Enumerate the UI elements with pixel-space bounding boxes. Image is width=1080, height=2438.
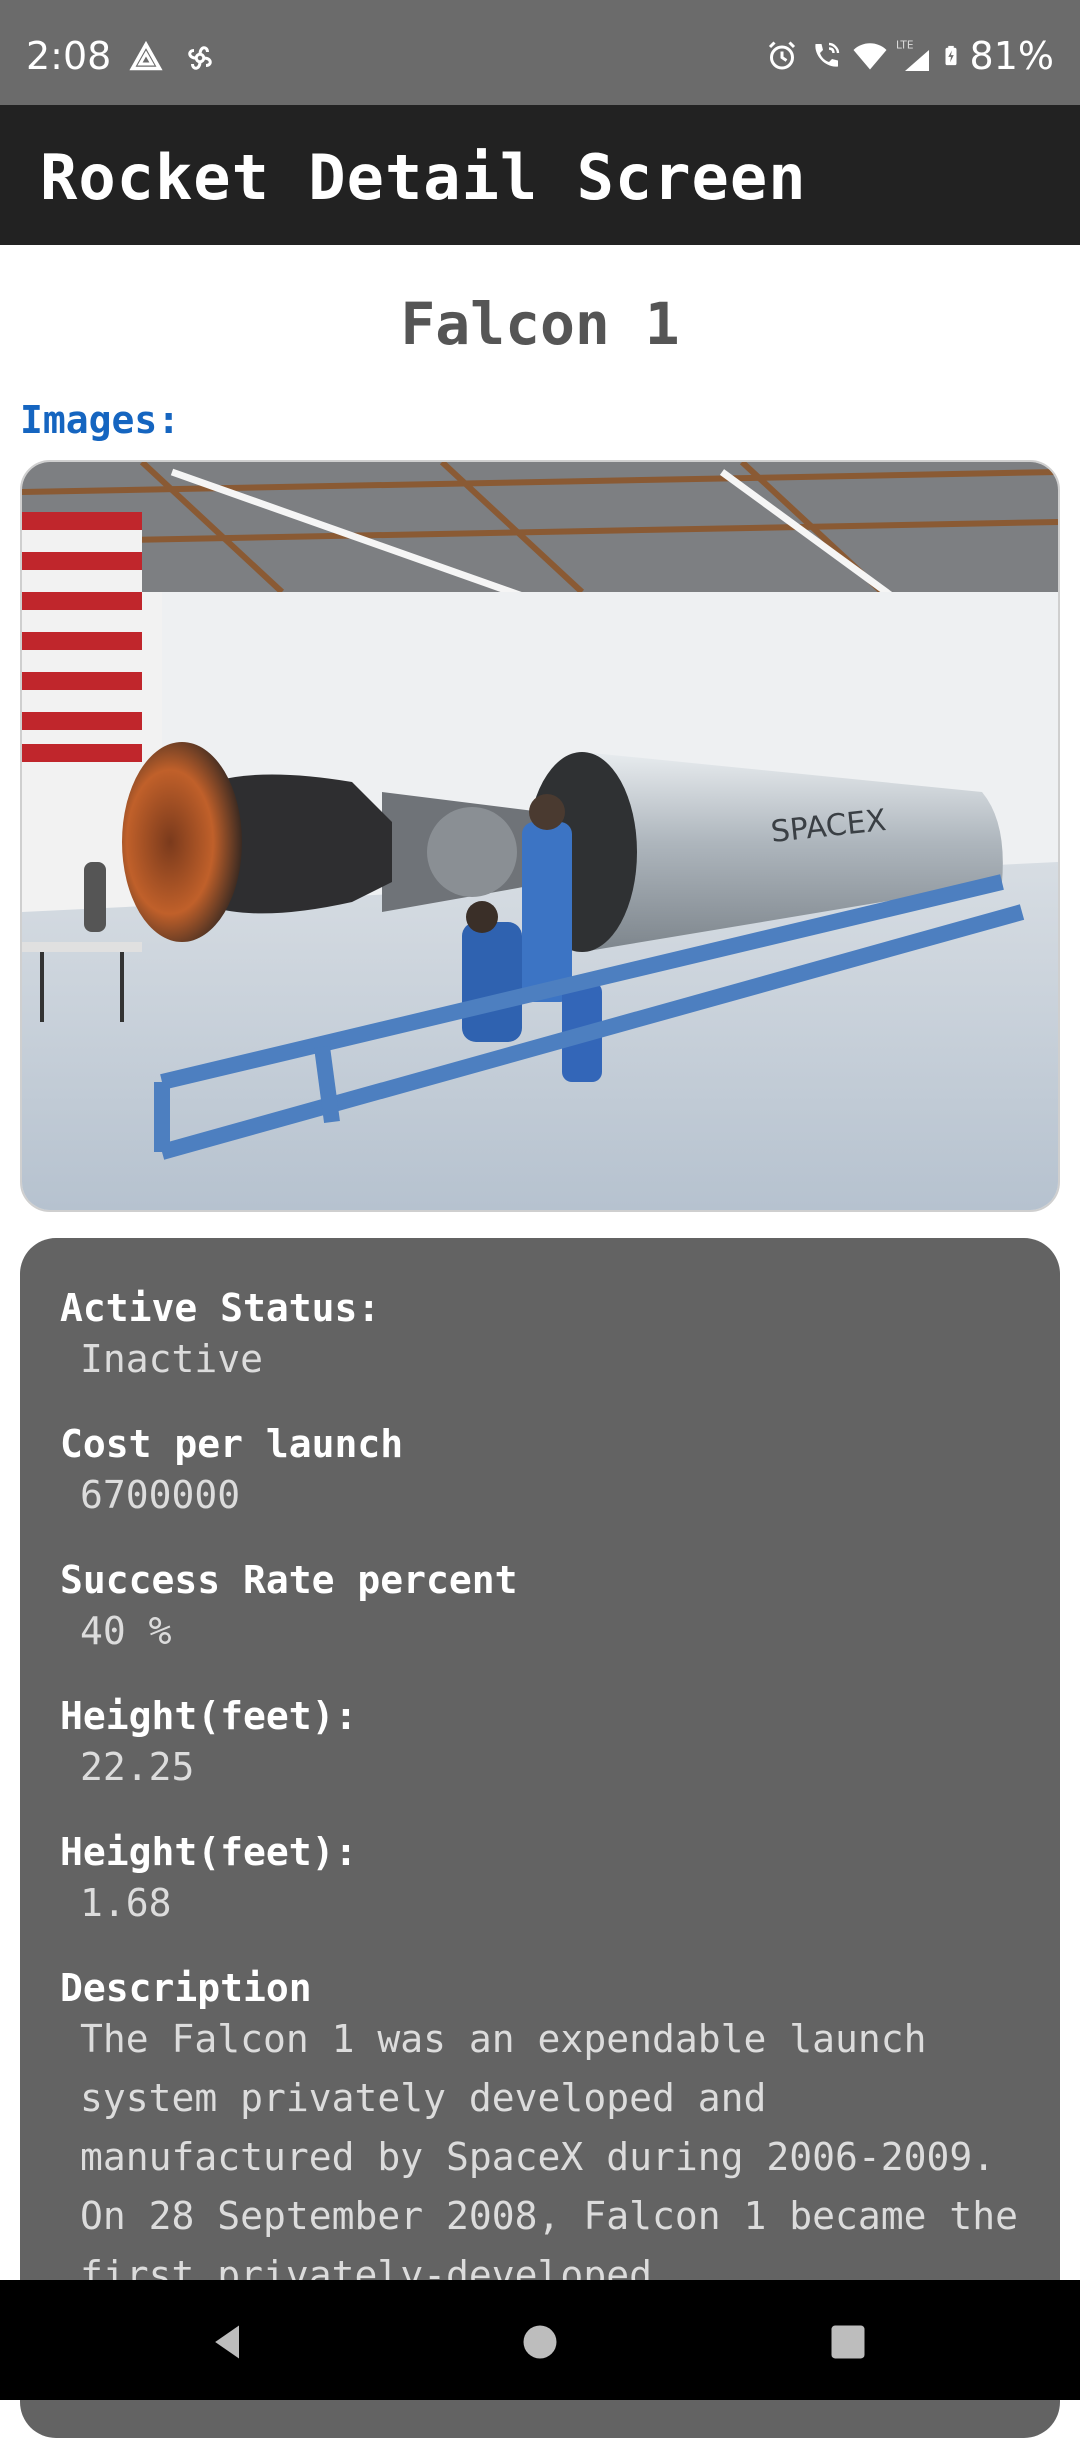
active-status-field: Active Status: Inactive — [60, 1286, 380, 1389]
success-rate-value: 40 % — [80, 1609, 172, 1653]
status-bar: 2:08 LTE 81% — [0, 0, 1080, 105]
diameter-value: 1.68 — [80, 1881, 172, 1925]
height-field: Height(feet): 22.25 — [60, 1694, 357, 1797]
success-rate-label: Success Rate percent — [60, 1558, 518, 1602]
app-bar: Rocket Detail Screen — [0, 105, 1080, 245]
battery-icon — [945, 45, 957, 66]
description-value: The Falcon 1 was an expendable launch sy… — [80, 2017, 1018, 2297]
rocket-info-card: Active Status: Inactive Cost per launch … — [20, 1238, 1060, 2438]
cost-per-launch-value: 6700000 — [80, 1473, 241, 1517]
wifi-icon — [853, 43, 887, 70]
height-value: 22.25 — [80, 1745, 195, 1789]
recents-icon[interactable] — [826, 2320, 870, 2364]
drive-icon — [129, 40, 163, 71]
active-status-label: Active Status: — [60, 1286, 381, 1330]
back-icon[interactable] — [206, 2320, 250, 2364]
navigation-bar — [0, 2280, 1080, 2400]
home-icon[interactable] — [518, 2320, 562, 2364]
rocket-name: Falcon 1 — [400, 290, 680, 358]
lte-signal-icon: LTE — [896, 40, 929, 71]
description-label: Description — [60, 1966, 312, 2010]
images-label: Images: — [20, 398, 181, 442]
rocket-photo: SPACEX — [22, 462, 1058, 1210]
status-time: 2:08 — [26, 34, 112, 78]
battery-percent: 81% — [969, 34, 1054, 78]
cost-per-launch-field: Cost per launch 6700000 — [60, 1422, 403, 1525]
diameter-field: Height(feet): 1.68 — [60, 1830, 357, 1933]
status-icons: LTE 81% — [764, 34, 1054, 78]
wifi-call-icon — [814, 42, 839, 67]
alarm-icon — [768, 41, 795, 70]
app-title: Rocket Detail Screen — [40, 141, 807, 214]
rocket-image[interactable]: SPACEX — [20, 460, 1060, 1212]
svg-text:LTE: LTE — [896, 40, 913, 52]
description-field: Description The Falcon 1 was an expendab… — [60, 1966, 1040, 2305]
active-status-value: Inactive — [80, 1337, 264, 1381]
pinwheel-icon — [188, 46, 212, 70]
diameter-label: Height(feet): — [60, 1830, 358, 1874]
cost-per-launch-label: Cost per launch — [60, 1422, 404, 1466]
height-label: Height(feet): — [60, 1694, 358, 1738]
success-rate-field: Success Rate percent 40 % — [60, 1558, 518, 1661]
